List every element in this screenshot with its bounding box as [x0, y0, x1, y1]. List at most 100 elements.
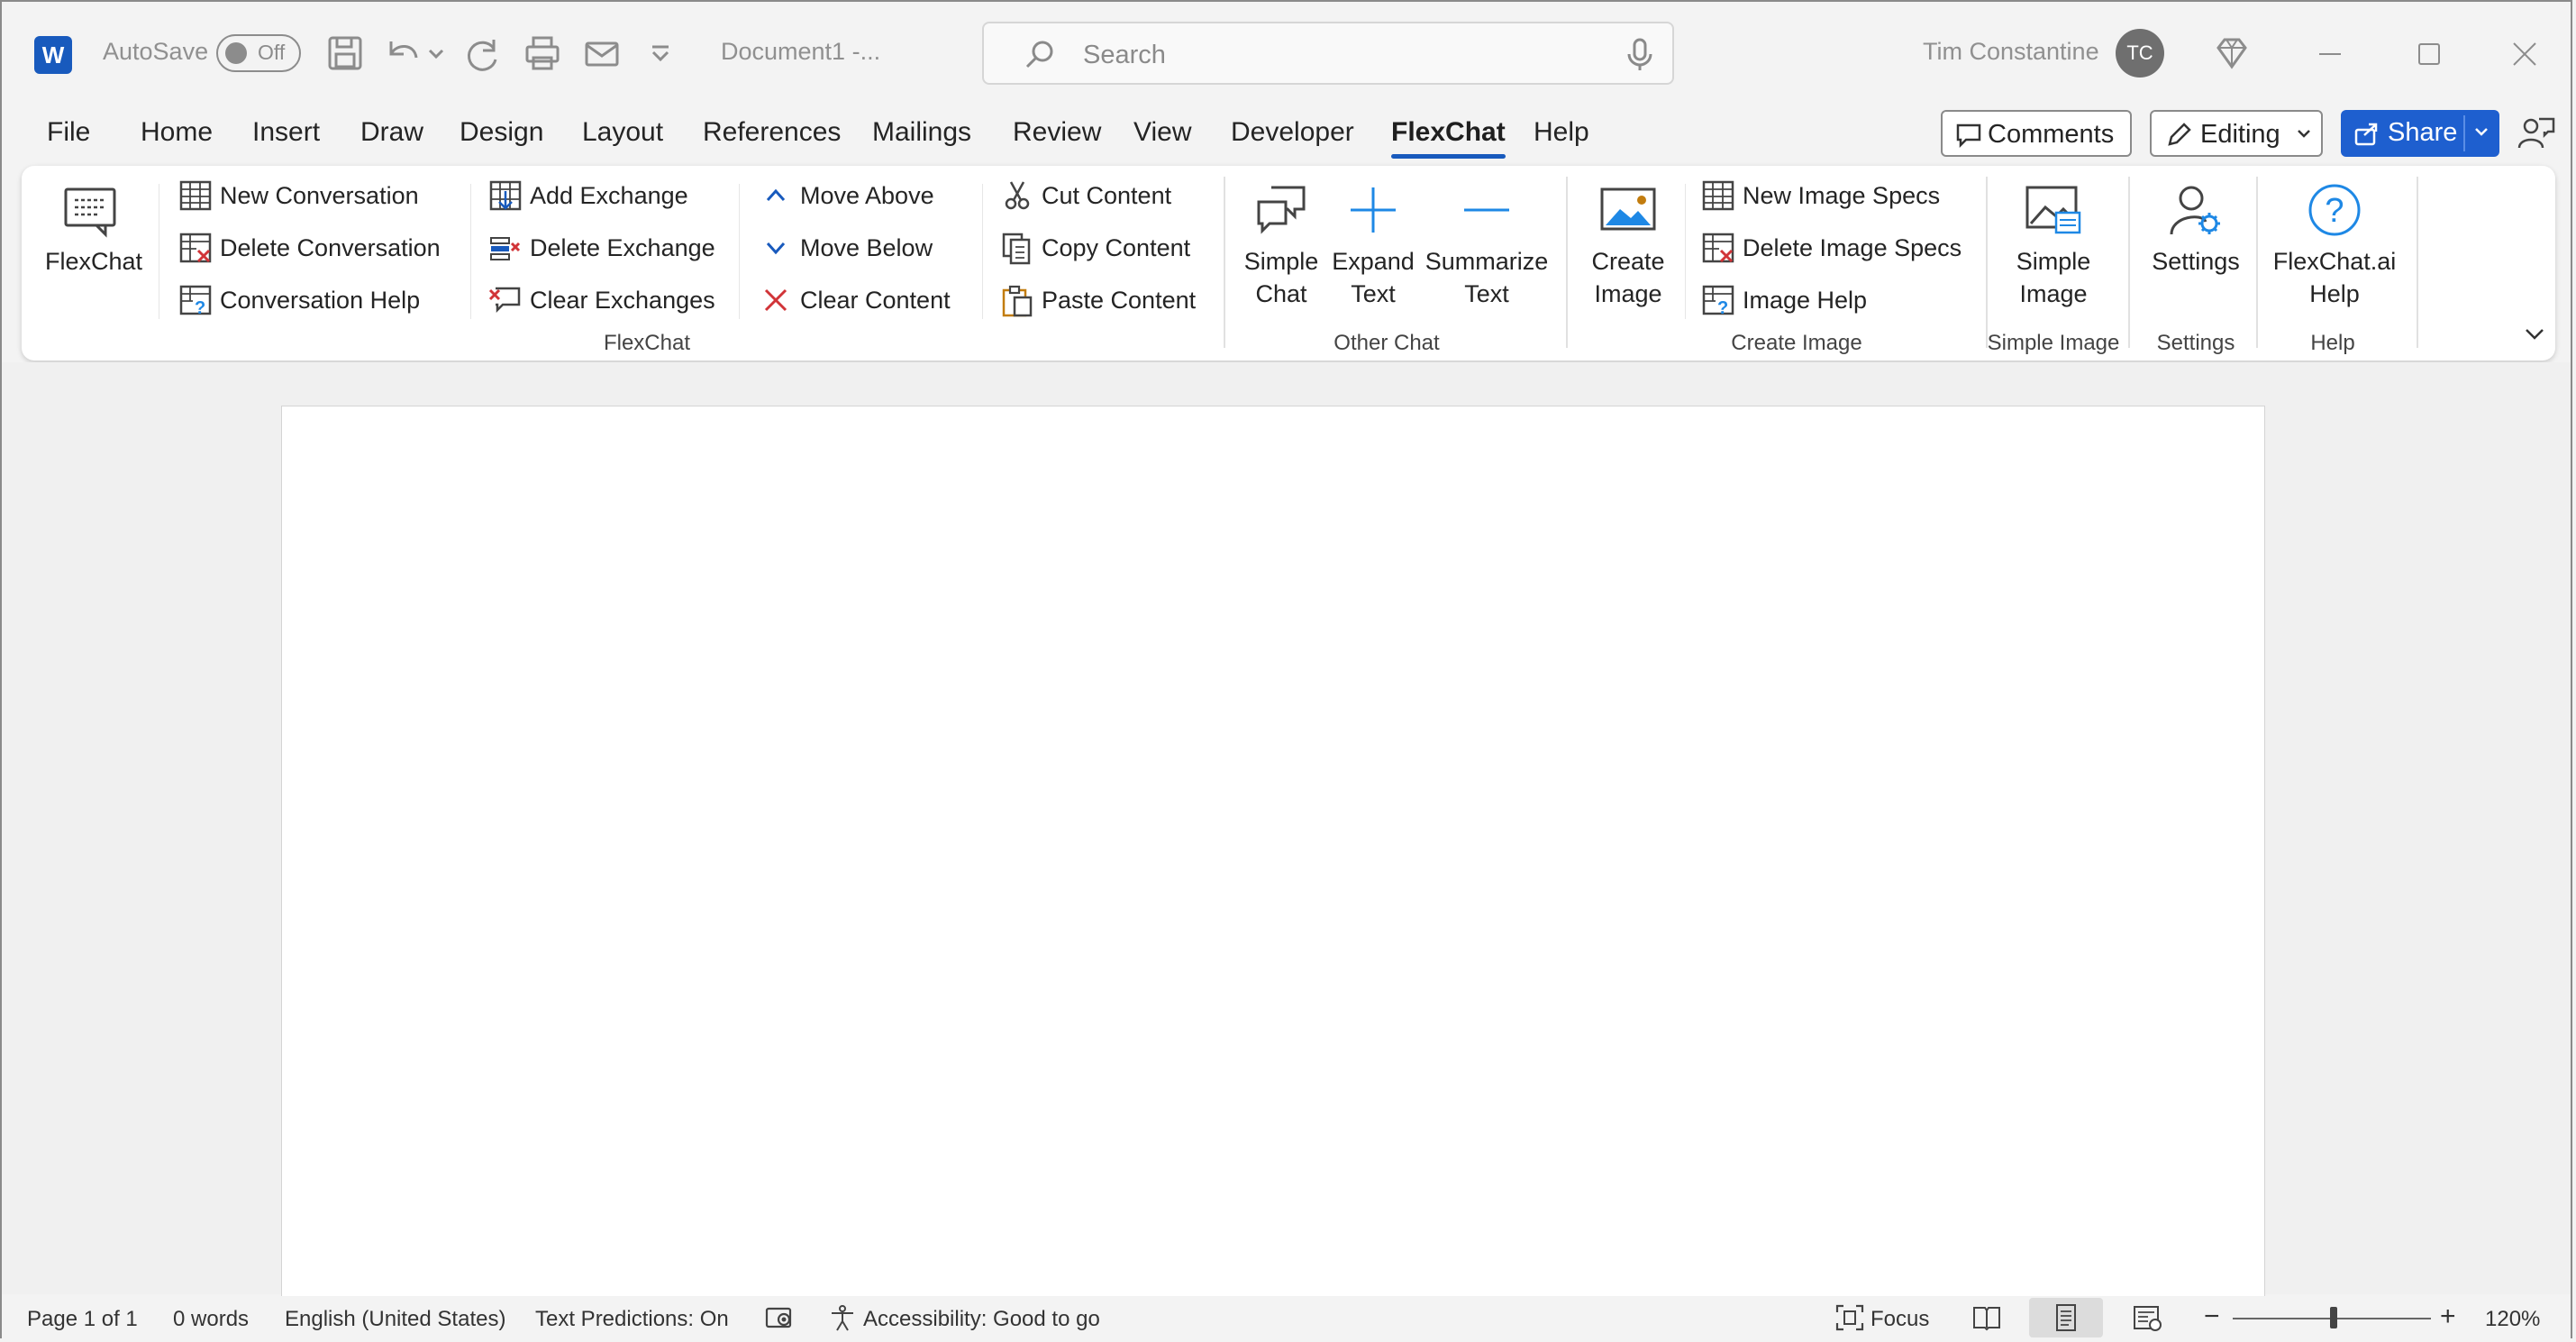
- title-bar: W AutoSave Off Document1 -... Search Tim…: [2, 2, 2571, 106]
- tab-file[interactable]: File: [47, 117, 90, 148]
- group-divider: [1224, 177, 1225, 348]
- simple-image-icon: [2025, 186, 2081, 234]
- search-box[interactable]: [982, 22, 1674, 85]
- comments-button[interactable]: Comments: [1941, 110, 2132, 157]
- plus-icon: [1351, 187, 1396, 233]
- autosave-toggle[interactable]: Off: [216, 34, 301, 72]
- expand-text-button[interactable]: Expand Text: [1328, 182, 1418, 310]
- summarize-text-button[interactable]: Summarize Text: [1424, 182, 1550, 310]
- accessibility-icon[interactable]: [827, 1303, 858, 1332]
- group-label-help: Help: [2310, 331, 2355, 355]
- zoom-level[interactable]: 120%: [2485, 1307, 2540, 1332]
- svg-text:?: ?: [1717, 298, 1728, 317]
- zoom-in-button[interactable]: +: [2440, 1301, 2456, 1332]
- accessibility-status[interactable]: Accessibility: Good to go: [863, 1307, 1100, 1332]
- move-above-label: Move Above: [800, 182, 934, 209]
- tab-flexchat[interactable]: FlexChat: [1391, 117, 1506, 159]
- copy-icon: [1002, 233, 1031, 265]
- cut-content-label: Cut Content: [1042, 182, 1172, 209]
- create-image-button[interactable]: Create Image: [1579, 182, 1678, 310]
- tab-review[interactable]: Review: [1013, 117, 1101, 148]
- print-layout-icon[interactable]: [2051, 1303, 2081, 1332]
- chevron-down-icon: [766, 242, 786, 255]
- page-count[interactable]: Page 1 of 1: [27, 1307, 138, 1332]
- close-icon[interactable]: [2499, 29, 2550, 79]
- customize-qat-icon[interactable]: [647, 32, 674, 74]
- flexchat-ai-help-button[interactable]: ? FlexChat.ai Help: [2267, 182, 2402, 310]
- read-mode-icon[interactable]: [1971, 1303, 2002, 1332]
- document-title[interactable]: Document1 -...: [721, 38, 880, 66]
- word-count[interactable]: 0 words: [173, 1307, 249, 1332]
- web-layout-icon[interactable]: [2132, 1303, 2162, 1332]
- expand-text-label-1: Expand: [1332, 248, 1415, 275]
- tab-references[interactable]: References: [703, 117, 841, 148]
- group-label-settings: Settings: [2156, 331, 2235, 355]
- avatar[interactable]: TC: [2116, 29, 2164, 78]
- tab-layout[interactable]: Layout: [582, 117, 663, 148]
- word-app-icon: W: [34, 36, 72, 74]
- flexchat-button[interactable]: FlexChat: [45, 186, 142, 278]
- diamond-icon[interactable]: [2211, 32, 2253, 74]
- save-icon[interactable]: [324, 32, 366, 74]
- tab-developer[interactable]: Developer: [1231, 117, 1354, 148]
- zoom-slider-thumb[interactable]: [2330, 1307, 2337, 1328]
- group-divider: [2417, 177, 2418, 348]
- search-input[interactable]: [1081, 34, 1589, 76]
- user-name[interactable]: Tim Constantine: [1923, 38, 2099, 66]
- share-label: Share: [2388, 118, 2458, 147]
- tab-design[interactable]: Design: [460, 117, 543, 148]
- tab-view[interactable]: View: [1133, 117, 1191, 148]
- microphone-icon[interactable]: [1622, 36, 1658, 74]
- pencil-icon: [2168, 123, 2191, 146]
- tab-insert[interactable]: Insert: [252, 117, 320, 148]
- chat-bubbles-icon: [1257, 186, 1306, 234]
- tab-home[interactable]: Home: [141, 117, 213, 148]
- ribbon-collapse-icon[interactable]: [2519, 319, 2550, 350]
- user-settings-icon: [2170, 186, 2220, 235]
- simple-chat-button[interactable]: Simple Chat: [1236, 182, 1326, 310]
- table-icon: [179, 180, 212, 211]
- undo-icon[interactable]: [382, 32, 423, 74]
- maximize-icon[interactable]: [2404, 29, 2454, 79]
- table-delete-icon: [179, 233, 212, 263]
- print-icon[interactable]: [523, 32, 564, 74]
- table-delete-icon: [1702, 233, 1734, 263]
- tab-draw[interactable]: Draw: [360, 117, 423, 148]
- share-button[interactable]: Share: [2341, 110, 2499, 157]
- coauthoring-icon[interactable]: [2516, 114, 2557, 155]
- group-label-other-chat: Other Chat: [1334, 331, 1440, 355]
- scissors-icon: [1005, 181, 1030, 210]
- minimize-icon[interactable]: [2305, 29, 2355, 79]
- macro-recording-icon[interactable]: [764, 1303, 795, 1332]
- tab-mailings[interactable]: Mailings: [872, 117, 971, 148]
- focus-label[interactable]: Focus: [1871, 1307, 1929, 1332]
- minus-icon: [1464, 208, 1509, 212]
- language-status[interactable]: English (United States): [285, 1307, 505, 1332]
- focus-icon[interactable]: [1834, 1303, 1865, 1332]
- group-divider: [2128, 177, 2130, 348]
- simple-image-button[interactable]: Simple Image: [1995, 182, 2112, 310]
- summarize-text-label-1: Summarize: [1425, 248, 1549, 275]
- help-circle-icon: ?: [2308, 184, 2361, 236]
- table-help-icon: ?: [1702, 285, 1734, 317]
- editing-mode-button[interactable]: Editing: [2150, 110, 2323, 157]
- simple-chat-label-1: Simple: [1243, 248, 1319, 275]
- settings-button[interactable]: Settings: [2137, 182, 2254, 278]
- redo-icon[interactable]: [463, 32, 505, 74]
- mail-icon[interactable]: [582, 32, 624, 74]
- zoom-out-button[interactable]: −: [2204, 1301, 2220, 1332]
- text-predictions-status[interactable]: Text Predictions: On: [535, 1307, 729, 1332]
- table-icon: [1702, 180, 1734, 211]
- document-page[interactable]: [281, 406, 2265, 1300]
- undo-dropdown-icon[interactable]: [425, 32, 447, 74]
- share-dropdown-icon[interactable]: [2472, 126, 2490, 139]
- expand-text-label-2: Text: [1351, 280, 1396, 307]
- comment-icon: [1956, 123, 1981, 148]
- tab-help[interactable]: Help: [1534, 117, 1589, 148]
- group-separator: [982, 184, 983, 319]
- svg-text:?: ?: [2325, 192, 2344, 230]
- group-divider: [1986, 177, 1988, 348]
- delete-row-icon: [490, 237, 521, 260]
- new-image-specs-label: New Image Specs: [1743, 182, 1941, 209]
- red-x-icon: [764, 288, 787, 312]
